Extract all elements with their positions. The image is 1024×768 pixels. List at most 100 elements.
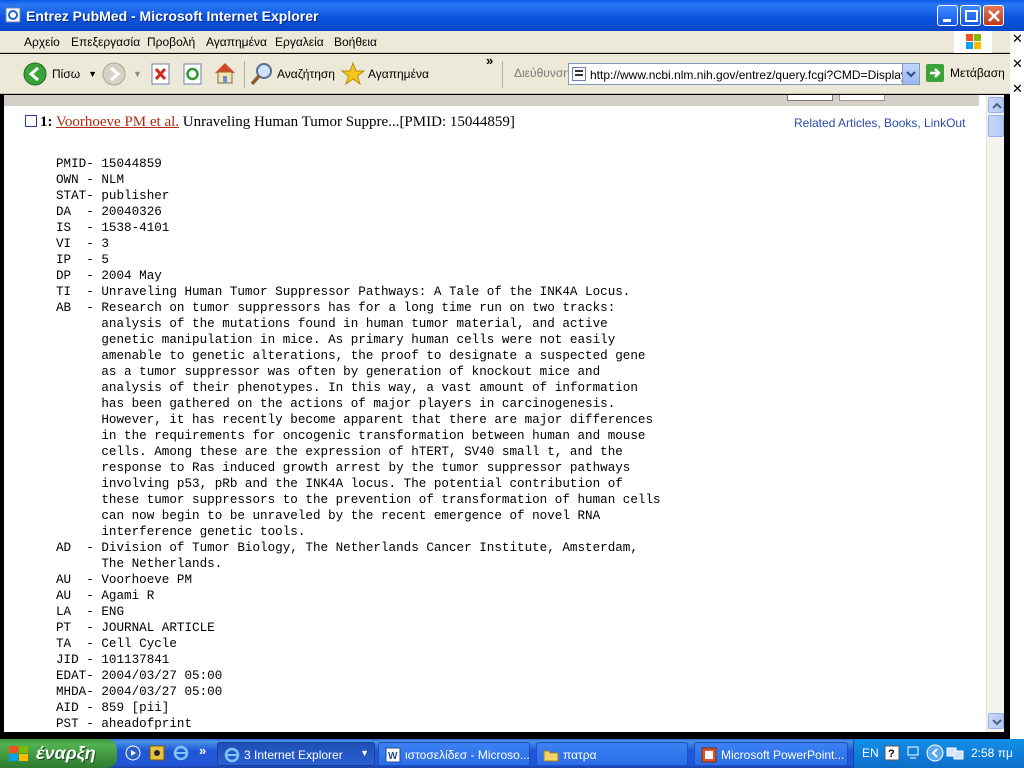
ie-icon (224, 747, 240, 763)
minimize-icon (943, 19, 951, 22)
medline-line: response to Ras induced growth arrest by… (56, 461, 631, 475)
windows-logo-icon (954, 31, 992, 53)
medline-line: PT - JOURNAL ARTICLE (56, 621, 215, 635)
start-button[interactable]: έναρξη (0, 739, 117, 768)
forward-button[interactable]: ▼ (101, 61, 142, 87)
minimize-button[interactable] (937, 5, 958, 26)
author-link[interactable]: Voorhoeve PM et al. (56, 114, 179, 130)
medline-line: PMID- 15044859 (56, 157, 162, 171)
go-button[interactable]: Μετάβαση (926, 64, 1005, 82)
close-icon[interactable]: ✕ (1012, 56, 1023, 72)
back-dropdown-icon[interactable]: ▼ (88, 69, 97, 79)
home-button[interactable] (212, 60, 238, 86)
maximize-button[interactable] (960, 5, 981, 26)
medline-line: AD - Division of Tumor Biology, The Neth… (56, 541, 638, 555)
task-label: πατρα (563, 748, 597, 762)
medline-line: TA - Cell Cycle (56, 637, 177, 651)
close-icon[interactable]: ✕ (1012, 81, 1023, 97)
scroll-thumb[interactable] (988, 115, 1004, 137)
chevron-up-icon (992, 102, 1002, 109)
related-links[interactable]: Related Articles, Books, LinkOut (794, 116, 965, 130)
top-form-strip (4, 95, 979, 106)
task-internet-explorer[interactable]: 3 Internet Explorer ▼ (217, 742, 375, 766)
vertical-scrollbar[interactable] (986, 95, 1004, 732)
tray-collapse-icon[interactable] (926, 744, 944, 762)
chevron-down-icon: ▼ (360, 748, 369, 758)
start-label: έναρξη (36, 743, 96, 763)
medline-line: analysis of their phenotypes. In this wa… (56, 381, 638, 395)
medline-line: AU - Voorhoeve PM (56, 573, 193, 587)
system-tray: EN ? 2:58 πμ (853, 739, 1024, 768)
stop-icon (151, 63, 170, 85)
close-button[interactable] (983, 5, 1004, 26)
task-label: Microsoft PowerPoint... (721, 748, 845, 762)
medline-line: DP - 2004 May (56, 269, 162, 283)
menu-favorites[interactable]: Αγαπημένα (206, 35, 267, 49)
language-indicator[interactable]: EN (862, 746, 879, 760)
address-dropdown-button[interactable] (902, 64, 919, 84)
medline-line: amenable to genetic alterations, the pro… (56, 349, 646, 363)
result-header: 1: Voorhoeve PM et al. Unraveling Human … (25, 114, 515, 131)
svg-text:W: W (388, 751, 398, 762)
scroll-up-button[interactable] (988, 97, 1004, 113)
medline-line: LA - ENG (56, 605, 125, 619)
word-icon: W (385, 747, 401, 763)
title-bar[interactable]: Entrez PubMed - Microsoft Internet Explo… (0, 0, 1024, 31)
quicklaunch-app-icon[interactable] (149, 745, 165, 764)
medline-line: can now begin to be unraveled by the rec… (56, 509, 601, 523)
medline-line: VI - 3 (56, 237, 109, 251)
refresh-button[interactable] (182, 63, 204, 85)
form-button[interactable] (787, 95, 833, 101)
search-label: Αναζήτηση (277, 67, 335, 81)
task-folder[interactable]: πατρα (536, 742, 688, 766)
medline-line: EDAT- 2004/03/27 05:00 (56, 669, 223, 683)
medline-line: MHDA- 2004/03/27 05:00 (56, 685, 223, 699)
quicklaunch-overflow-icon[interactable]: » (199, 743, 206, 758)
menu-file[interactable]: Αρχείο (24, 35, 60, 49)
form-field[interactable] (839, 95, 885, 101)
page-content: 1: Voorhoeve PM et al. Unraveling Human … (4, 95, 990, 732)
menu-bar: Αρχείο Επεξεργασία Προβολή Αγαπημένα Εργ… (0, 31, 1010, 53)
side-panel-strip: ✕ ✕ ✕ (1010, 31, 1024, 739)
clock: 2:58 πμ (971, 746, 1013, 760)
medline-line: AB - Research on tumor suppressors has f… (56, 301, 616, 315)
medline-line: has been gathered on the actions of majo… (56, 397, 616, 411)
address-field[interactable]: http://www.ncbi.nlm.nih.gov/entrez/query… (568, 63, 920, 85)
select-checkbox[interactable] (25, 115, 37, 127)
menu-help[interactable]: Βοήθεια (334, 35, 377, 49)
scroll-down-button[interactable] (988, 713, 1004, 729)
address-url: http://www.ncbi.nlm.nih.gov/entrez/query… (590, 68, 902, 82)
quicklaunch-media-icon[interactable] (125, 745, 141, 764)
medline-line: cells. Among these are the expression of… (56, 445, 623, 459)
network-icon[interactable] (946, 745, 964, 761)
result-number: 1: (40, 114, 53, 130)
medline-line: IS - 1538-4101 (56, 221, 170, 235)
medline-line: The Netherlands. (56, 557, 223, 571)
search-button[interactable]: Αναζήτηση (249, 61, 335, 87)
folder-icon (543, 750, 559, 762)
task-powerpoint[interactable]: Microsoft PowerPoint... (694, 742, 848, 766)
close-icon[interactable]: ✕ (1012, 31, 1023, 47)
quicklaunch-ie-icon[interactable] (173, 745, 189, 764)
help-icon[interactable]: ? (884, 745, 900, 761)
medline-line: However, it has recently become apparent… (56, 413, 654, 427)
powerpoint-icon (701, 747, 717, 763)
favorites-button[interactable]: Αγαπημένα (340, 61, 429, 87)
medline-line: AID - 859 [pii] (56, 701, 170, 715)
chevron-down-icon (906, 71, 916, 78)
toolbar: Πίσω ▼ ▼ Αναζήτηση Αγαπημένα » Διεύθυνση… (0, 53, 1010, 94)
toolbar-overflow-icon[interactable]: » (486, 53, 493, 68)
chevron-down-icon (992, 719, 1002, 726)
forward-dropdown-icon[interactable]: ▼ (133, 69, 142, 79)
back-button[interactable]: Πίσω ▼ (22, 61, 97, 87)
menu-view[interactable]: Προβολή (147, 35, 195, 49)
favorites-label: Αγαπημένα (368, 67, 429, 81)
menu-edit[interactable]: Επεξεργασία (71, 35, 140, 49)
back-arrow-icon (23, 62, 47, 86)
task-word-document[interactable]: W ιστοσελίδεσ - Microso... (378, 742, 530, 766)
menu-tools[interactable]: Εργαλεία (275, 35, 324, 49)
stop-button[interactable] (150, 63, 172, 85)
taskbar: έναρξη » 3 Internet Explorer ▼ W ιστοσελ… (0, 739, 1024, 768)
tray-options-icon[interactable] (906, 745, 920, 761)
medline-line: STAT- publisher (56, 189, 170, 203)
